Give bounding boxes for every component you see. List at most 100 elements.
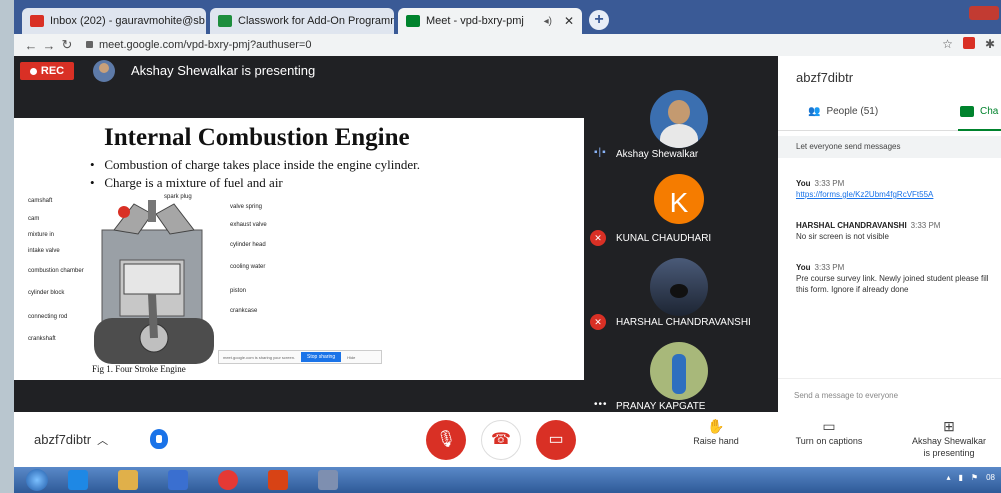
slide-bullet: • Combustion of charge takes place insid… — [90, 157, 420, 172]
participant-tile[interactable]: K ✕ KUNAL CHAUDHARI — [584, 170, 778, 250]
diagram-label: camshaft — [28, 198, 53, 204]
back-icon[interactable]: ← — [22, 38, 40, 53]
ie-icon[interactable] — [68, 470, 88, 490]
camera-toggle-button[interactable]: ▭ — [536, 420, 576, 460]
mic-toggle-button[interactable]: 🎙 — [426, 420, 466, 460]
clock[interactable]: 08 — [986, 473, 995, 482]
chat-message: HARSHAL CHANDRAVANSHI 3:33 PM No sir scre… — [796, 221, 941, 241]
diagram-label: mixture in — [28, 232, 54, 238]
paint-icon[interactable] — [318, 470, 338, 490]
participant-name: PRANAY KAPGATE — [616, 401, 706, 412]
participant-name: Akshay Shewalkar — [616, 149, 699, 160]
shared-slide: Internal Combustion Engine • Combustion … — [14, 118, 584, 380]
system-tray: ▴ ▮ ⚑ 08 — [947, 473, 996, 482]
tab-label: Inbox (202) - gauravmohite@sb — [50, 15, 205, 27]
chevron-up-icon: ︿ — [97, 435, 109, 447]
diagram-label: cam — [28, 216, 39, 222]
panel-meeting-code: abzf7dibtr — [796, 70, 854, 85]
share-text: meet.google.com is sharing your screen. — [223, 354, 296, 360]
participant-tiles: ▪|▪ Akshay Shewalkar K ✕ KUNAL CHAUDHARI… — [584, 86, 778, 412]
tab-gmail[interactable]: Inbox (202) - gauravmohite@sb ✕ — [22, 8, 206, 34]
windows-taskbar: ▴ ▮ ⚑ 08 — [14, 467, 1001, 493]
chat-link[interactable]: https://forms.gle/Kz2Ubm4fgRcVFt55A — [796, 189, 1001, 200]
tab-strip: Inbox (202) - gauravmohite@sb ✕ Classwor… — [14, 0, 1001, 34]
participant-tile[interactable]: ✕ HARSHAL CHANDRAVANSHI — [584, 254, 778, 334]
tab-classroom[interactable]: Classwork for Add-On Programm ✕ — [210, 8, 394, 34]
diagram-label: crankcase — [230, 308, 258, 314]
tab-people[interactable]: 👥 People (51) — [808, 106, 878, 117]
leave-call-button[interactable]: ☎ — [481, 420, 521, 460]
window-close-button[interactable] — [969, 6, 999, 20]
chrome-icon[interactable] — [218, 470, 238, 490]
diagram-label: combustion chamber — [28, 268, 84, 274]
meeting-details-button[interactable]: abzf7dibtr ︿ — [34, 432, 108, 448]
meet-icon — [406, 15, 420, 27]
close-icon[interactable]: ✕ — [205, 14, 206, 28]
presenting-banner: Akshay Shewalkar is presenting — [131, 63, 316, 78]
captions-button[interactable]: ▭ Turn on captions — [786, 418, 872, 447]
diagram-label: valve spring — [230, 204, 262, 210]
participant-avatar — [650, 258, 708, 316]
figure-caption: Fig 1. Four Stroke Engine — [92, 364, 186, 374]
more-options-icon[interactable]: ••• — [594, 399, 608, 410]
captions-icon: ▭ — [822, 418, 836, 434]
host-controls-icon[interactable] — [150, 429, 168, 449]
url-text: meet.google.com/vpd-bxry-pmj?authuser=0 — [99, 39, 312, 51]
participant-tile[interactable]: ••• PRANAY KAPGATE — [584, 338, 778, 418]
hide-button[interactable]: Hide — [347, 355, 355, 360]
star-icon[interactable]: ☆ — [942, 37, 953, 51]
panel-tabs: 👥 People (51) Cha — [778, 96, 1001, 131]
tab-chat[interactable]: Cha — [960, 106, 998, 117]
pdf-extension-icon[interactable] — [962, 37, 975, 49]
engine-diagram: camshaft cam mixture in intake valve com… — [28, 194, 267, 364]
screen-share-bar: meet.google.com is sharing your screen. … — [218, 350, 382, 364]
chat-message: You 3:33 PM Pre course survey link. Newly… — [796, 263, 989, 294]
slide-title: Internal Combustion Engine — [104, 124, 410, 151]
folder-icon[interactable] — [118, 470, 138, 490]
let-everyone-send-toggle[interactable]: Let everyone send messages — [778, 136, 1001, 158]
chat-input[interactable]: Send a message to everyone — [778, 378, 1001, 412]
tab-meet[interactable]: Meet - vpd-bxry-pmj ◂) ✕ — [398, 8, 582, 34]
presenter-avatar — [93, 60, 115, 82]
side-panel: abzf7dibtr 👥 People (51) Cha Let everyon… — [778, 56, 1001, 412]
tab-chat-label: Cha — [980, 106, 999, 117]
hang-up-icon: ☎ — [491, 431, 511, 448]
participant-avatar — [650, 90, 708, 148]
reload-icon[interactable]: ↻ — [58, 37, 76, 53]
tab-label: Classwork for Add-On Programm — [238, 15, 394, 27]
present-icon: ⊞ — [943, 418, 955, 434]
address-bar: ← → ↻ meet.google.com/vpd-bxry-pmj?authu… — [14, 34, 1001, 56]
participant-name: KUNAL CHAUDHARI — [616, 233, 712, 244]
people-icon: 👥 — [808, 106, 821, 117]
tab-label: Meet - vpd-bxry-pmj — [426, 15, 524, 27]
hand-icon: ✋ — [707, 418, 725, 434]
speaker-icon: ◂) — [543, 15, 552, 27]
flag-icon[interactable]: ⚑ — [971, 473, 978, 482]
new-tab-button[interactable]: + — [589, 10, 609, 30]
speaking-indicator-icon: ▪|▪ — [594, 147, 607, 158]
tab-people-label: People (51) — [826, 106, 879, 117]
tray-arrow-icon[interactable]: ▴ — [947, 473, 951, 482]
diagram-label: connecting rod — [28, 314, 67, 320]
extensions-icon[interactable]: ✱ — [985, 37, 995, 51]
powerpoint-icon[interactable] — [268, 470, 288, 490]
diagram-label: intake valve — [28, 248, 60, 254]
meeting-code-label: abzf7dibtr — [34, 432, 92, 447]
diagram-label: cylinder head — [230, 242, 266, 248]
participant-avatar — [650, 342, 708, 400]
raise-hand-button[interactable]: ✋ Raise hand — [686, 418, 746, 447]
stop-sharing-button[interactable]: Stop sharing — [301, 352, 342, 362]
url-field[interactable]: meet.google.com/vpd-bxry-pmj?authuser=0 — [86, 39, 311, 51]
mic-off-icon: ✕ — [590, 230, 606, 246]
presenting-button[interactable]: ⊞ Akshay Shewalkar is presenting — [904, 418, 994, 459]
forward-icon[interactable]: → — [40, 38, 58, 53]
participant-tile[interactable]: ▪|▪ Akshay Shewalkar — [584, 86, 778, 166]
chat-icon — [960, 106, 974, 117]
start-button-icon[interactable] — [26, 469, 48, 491]
media-player-icon[interactable] — [168, 470, 188, 490]
network-icon[interactable]: ▮ — [959, 473, 963, 482]
diagram-label: spark plug — [164, 194, 192, 200]
close-icon[interactable]: ✕ — [558, 14, 574, 28]
recording-badge: REC — [20, 62, 74, 80]
camera-off-icon: ▭ — [548, 431, 564, 448]
